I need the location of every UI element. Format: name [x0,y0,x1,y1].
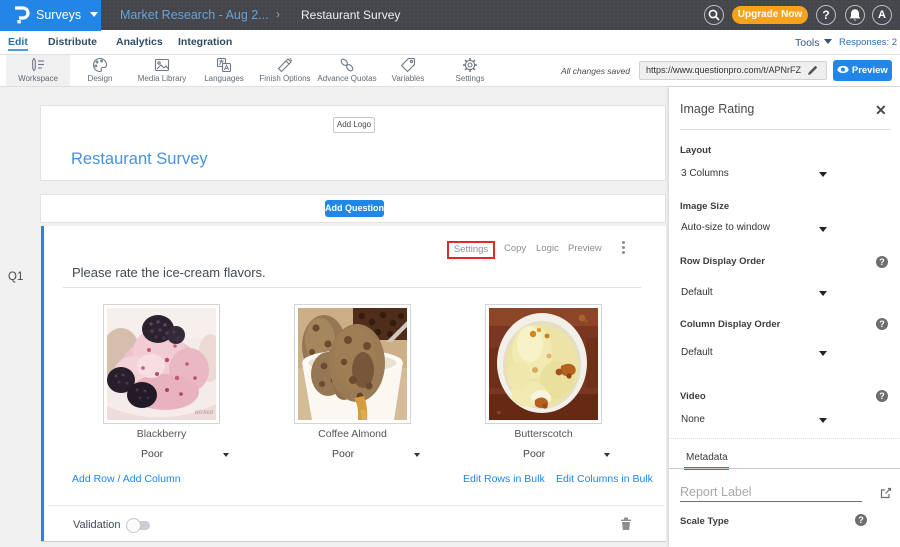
svg-text:w: w [497,410,501,416]
svg-text:wicked: wicked [195,410,214,416]
